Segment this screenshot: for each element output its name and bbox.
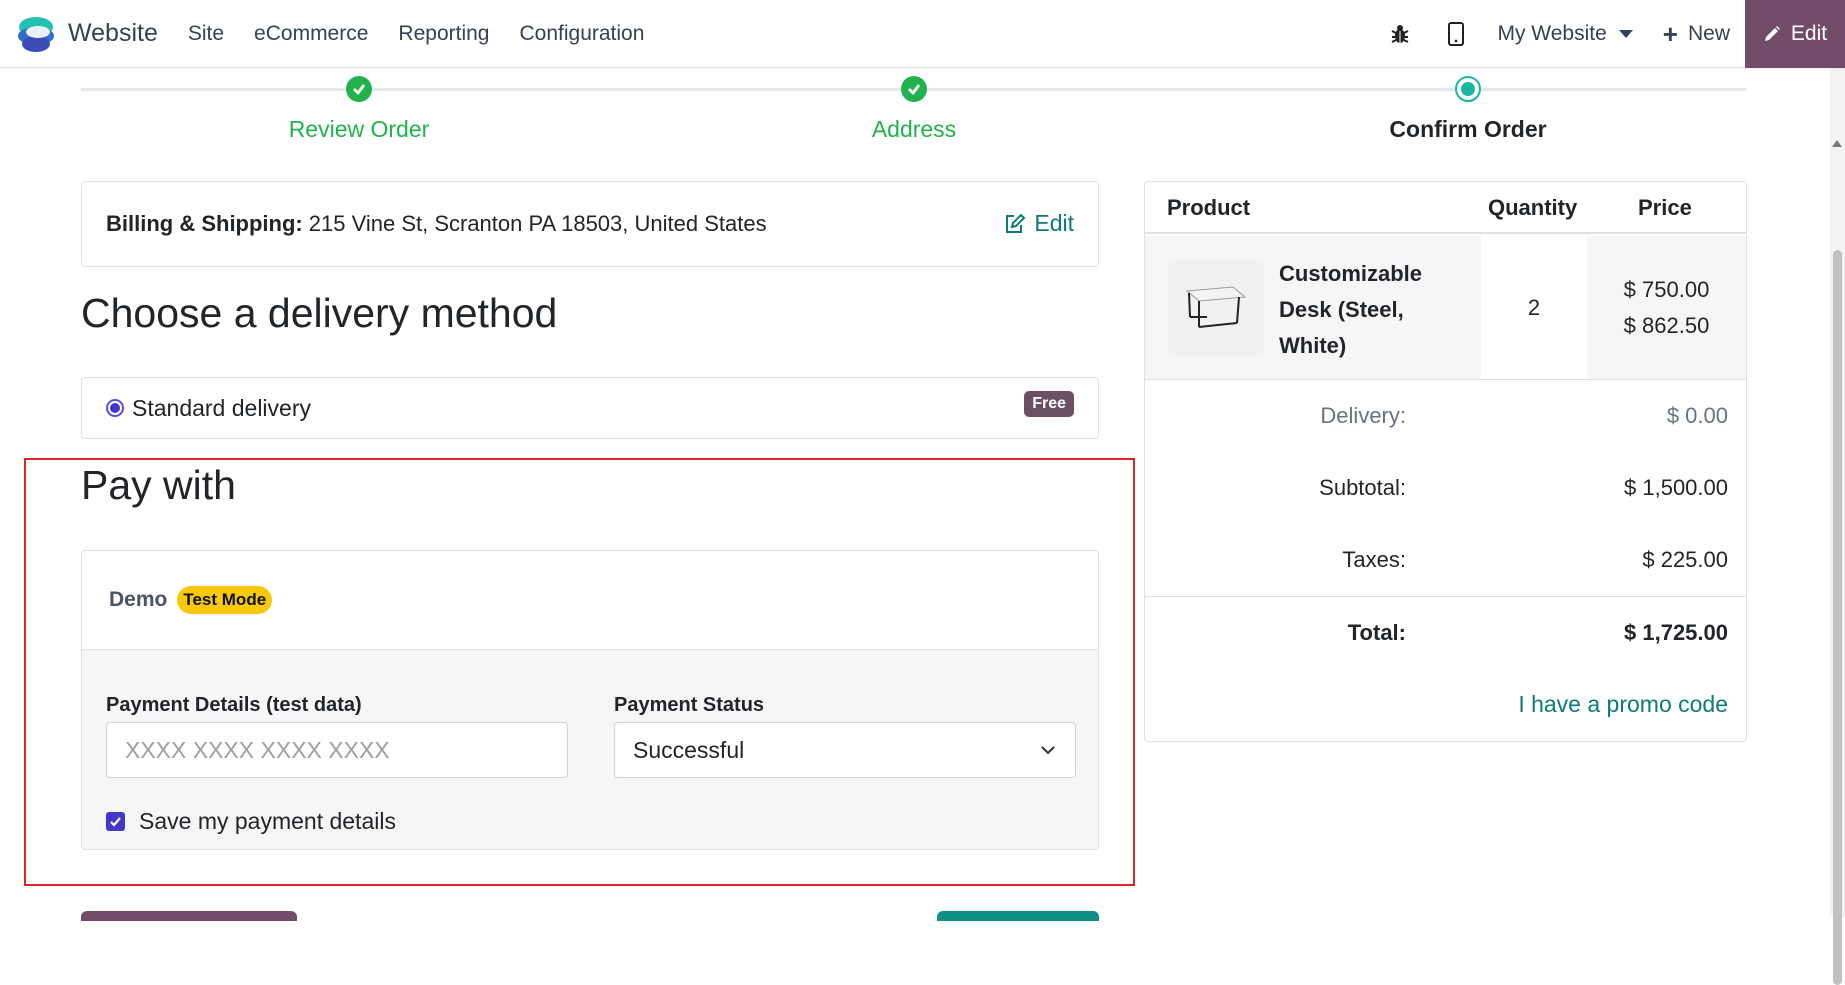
save-payment-row[interactable]: Save my payment details [106,808,396,835]
menu-ecommerce[interactable]: eCommerce [254,22,368,46]
website-selector-label: My Website [1497,22,1607,45]
payment-details-input[interactable] [106,722,568,778]
delivery-option-standard[interactable]: Standard delivery Free [81,377,1099,439]
col-price: Price [1638,195,1692,220]
step-confirm-order: Confirm Order [1318,76,1618,143]
payment-status-select[interactable]: Successful [614,722,1076,778]
new-button[interactable]: + New [1663,21,1730,47]
billing-shipping-card: Billing & Shipping: 215 Vine St, Scranto… [81,181,1099,267]
save-payment-checkbox[interactable] [106,812,125,831]
summary-header: Product Quantity Price [1145,182,1746,234]
payment-details-label: Payment Details (test data) [106,694,362,716]
subtotal-label: Subtotal: [1319,475,1406,500]
mobile-preview-icon[interactable] [1441,19,1471,49]
col-quantity: Quantity [1488,195,1578,220]
product-image-cell [1145,236,1271,379]
website-selector[interactable]: My Website [1497,22,1633,46]
step-label: Address [871,116,957,142]
line-price: $ 862.50 [1623,313,1710,338]
total-label: Total: [1347,620,1406,645]
total-value: $ 1,725.00 [1624,620,1728,645]
product-name[interactable]: Customizable Desk (Steel, White) [1271,236,1481,379]
check-circle-icon [346,76,372,102]
chevron-down-icon [1041,746,1055,755]
edit-square-icon [1006,213,1026,233]
main-menu: Site eCommerce Reporting Configuration [188,22,675,46]
step-label: Review Order [288,116,430,142]
scroll-up-arrow-icon[interactable] [1832,140,1842,147]
return-button[interactable] [81,911,297,921]
check-circle-icon [901,76,927,102]
menu-reporting[interactable]: Reporting [398,22,489,46]
page-scrollbar[interactable] [1830,68,1845,985]
debug-bug-icon[interactable] [1385,19,1415,49]
pay-with-heading: Pay with [81,462,236,508]
brand[interactable]: Website [16,14,158,54]
col-product: Product [1167,195,1251,220]
delivery-price-badge: Free [1024,391,1074,417]
product-price-cell: $ 750.00 $ 862.50 [1587,236,1746,379]
step-address[interactable]: Address [764,76,1064,143]
edit-button-label: Edit [1790,22,1828,45]
payment-form: Payment Details (test data) Payment Stat… [82,650,1098,849]
delivery-radio[interactable] [106,399,124,417]
menu-site[interactable]: Site [188,22,224,46]
edit-address-link[interactable]: Edit [1004,210,1074,237]
payment-status-value: Successful [633,736,745,763]
delivery-heading: Choose a delivery method [81,290,558,336]
edit-website-button[interactable]: Edit [1745,0,1845,68]
scrollbar-thumb[interactable] [1833,250,1842,985]
new-button-label: New [1687,22,1730,45]
address-label: Billing & Shipping: [106,211,303,236]
step-review-order[interactable]: Review Order [209,76,509,143]
top-navbar: Website Site eCommerce Reporting Configu… [0,0,1845,68]
product-quantity: 2 [1527,295,1541,320]
table-row: Customizable Desk (Steel, White) 2 $ 750… [1145,236,1746,380]
promo-code-link[interactable]: I have a promo code [1518,691,1728,718]
taxes-label: Taxes: [1342,547,1406,572]
caret-down-icon [1618,30,1633,38]
subtotal-value: $ 1,500.00 [1624,475,1728,500]
payment-provider-header[interactable]: Demo Test Mode [82,551,1098,650]
product-image[interactable] [1168,260,1264,356]
delivery-option-label: Standard delivery [132,394,311,421]
navbar-right: My Website + New Edit [1385,0,1845,68]
order-summary: Product Quantity Price Customizable Desk… [1144,181,1747,742]
address-value: 215 Vine St, Scranton PA 18503, United S… [308,211,767,236]
app-name: Website [68,19,158,47]
unit-price: $ 750.00 [1623,277,1710,302]
taxes-value: $ 225.00 [1642,547,1728,572]
current-step-dot-icon [1455,76,1481,102]
odoo-website-logo-icon [16,14,56,54]
delivery-total-label: Delivery: [1320,403,1406,428]
summary-divider [1145,596,1746,597]
payment-provider-card: Demo Test Mode Payment Details (test dat… [81,550,1099,850]
save-payment-label: Save my payment details [139,808,396,834]
payment-status-label: Payment Status [614,694,765,716]
edit-address-label: Edit [1034,210,1074,236]
delivery-total-value: $ 0.00 [1666,403,1728,428]
pay-now-button[interactable] [937,911,1099,921]
pencil-icon [1764,26,1780,41]
menu-configuration[interactable]: Configuration [519,22,644,46]
plus-icon: + [1662,19,1678,49]
payment-provider-name: Demo [109,588,168,611]
test-mode-badge: Test Mode [177,586,273,614]
step-label: Confirm Order [1389,116,1547,142]
desk-image-icon [1185,286,1247,328]
